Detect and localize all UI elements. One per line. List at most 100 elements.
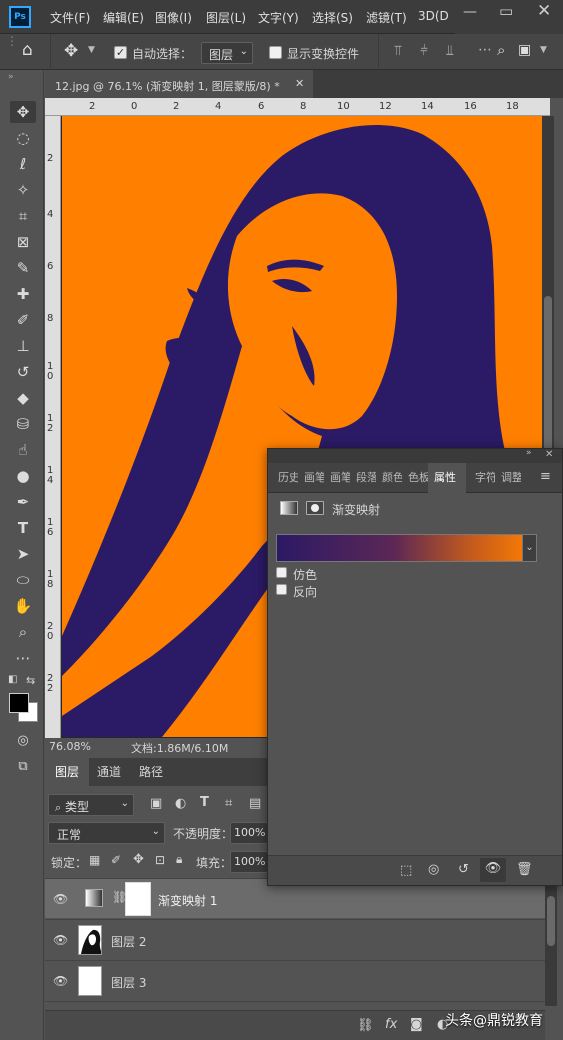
scrollbar-thumb[interactable]	[547, 896, 555, 946]
smudge-tool-icon[interactable]: ☝	[10, 439, 36, 461]
marquee-tool-icon[interactable]: ◌	[10, 127, 36, 149]
auto-select-checkbox[interactable]	[114, 46, 127, 59]
type-filter-icon[interactable]: T	[200, 795, 209, 810]
tab-adjustments[interactable]: 调整	[501, 463, 521, 493]
align-vcenter-icon[interactable]: ⫩	[420, 43, 428, 59]
move-tool-icon[interactable]: ✥	[10, 101, 36, 123]
default-colors-icon[interactable]: ◧	[8, 674, 17, 685]
menu-edit[interactable]: 编辑(E)	[103, 9, 144, 26]
dodge-tool-icon[interactable]: ●	[10, 465, 36, 487]
delete-icon[interactable]: 🗑︎	[516, 862, 533, 877]
home-icon[interactable]: ⌂	[22, 40, 33, 60]
scrollbar-thumb[interactable]	[544, 296, 552, 456]
path-select-icon[interactable]: ➤	[10, 543, 36, 565]
lock-pixels-icon[interactable]: ✐	[111, 853, 121, 867]
search-icon[interactable]: ⌕	[497, 41, 505, 59]
menu-layer[interactable]: 图层(L)	[206, 9, 246, 26]
add-mask-icon[interactable]: ◙	[410, 1017, 423, 1032]
layer-name[interactable]: 渐变映射 1	[158, 892, 217, 909]
crop-tool-icon[interactable]: ⌗	[10, 205, 36, 227]
tab-properties[interactable]: 属性	[428, 463, 466, 493]
gradient-editor-preview[interactable]	[276, 534, 536, 562]
screen-mode-icon[interactable]: ⧉	[10, 756, 36, 778]
zoom-level[interactable]: 76.08%	[49, 740, 91, 753]
tab-layers[interactable]: 图层	[45, 758, 90, 786]
tab-brush[interactable]: 画笔	[304, 463, 324, 493]
chevron-down-icon[interactable]: ▼	[540, 45, 547, 55]
tab-paths[interactable]: 路径	[129, 758, 173, 786]
move-tool-icon[interactable]: ✥	[64, 41, 78, 61]
more-align-icon[interactable]: ⋯	[478, 42, 492, 58]
link-layers-icon[interactable]: ⛓	[357, 1018, 374, 1033]
swap-colors-icon[interactable]: ⇆	[26, 674, 35, 687]
clip-to-layer-icon[interactable]: ⬚	[400, 863, 412, 878]
collapse-icon[interactable]: »	[8, 72, 14, 82]
pixel-filter-icon[interactable]: ▣	[150, 796, 162, 811]
pen-tool-icon[interactable]: ✒	[10, 491, 36, 513]
view-previous-state-icon[interactable]: ◎	[428, 862, 439, 877]
chevron-down-icon[interactable]: ▼	[88, 45, 95, 55]
reset-icon[interactable]: ↺	[458, 862, 469, 877]
eraser-tool-icon[interactable]: ◆	[10, 387, 36, 409]
menu-type[interactable]: 文字(Y)	[258, 9, 299, 26]
layer-row[interactable]: 👁︎ 图层 2	[45, 919, 545, 959]
fill-input[interactable]: 100%	[230, 851, 268, 873]
type-tool-icon[interactable]: T	[10, 517, 36, 539]
visibility-eye-icon[interactable]: 👁︎	[53, 933, 68, 947]
tab-swatches[interactable]: 色板	[408, 463, 428, 493]
history-brush-icon[interactable]: ↺	[10, 361, 36, 383]
align-top-icon[interactable]: ⫪	[394, 43, 402, 59]
tab-paragraph[interactable]: 段落	[356, 463, 376, 493]
lock-transparent-icon[interactable]: ▦	[89, 853, 100, 867]
lock-all-icon[interactable]: 🔒︎	[176, 852, 182, 867]
layer-mask-thumbnail[interactable]	[125, 882, 151, 916]
align-bottom-icon[interactable]: ⫫	[446, 43, 454, 59]
show-transform-checkbox[interactable]	[269, 46, 282, 59]
tab-color[interactable]: 颜色	[382, 463, 402, 493]
layer-row[interactable]: 👁︎ 图层 3	[45, 960, 545, 1000]
adjustment-filter-icon[interactable]: ◐	[175, 796, 186, 811]
tab-character[interactable]: 字符	[475, 463, 495, 493]
blend-mode-dropdown[interactable]: 正常 ⌄	[48, 822, 165, 844]
layers-scrollbar[interactable]	[545, 886, 557, 1006]
workspace-icon[interactable]: ▣	[518, 42, 531, 58]
tab-brush-settings[interactable]: 画笔	[330, 463, 350, 493]
lock-position-icon[interactable]: ✥	[133, 852, 144, 867]
magic-wand-icon[interactable]: ✧	[10, 179, 36, 201]
reverse-checkbox[interactable]	[276, 584, 287, 595]
minimize-icon[interactable]: —	[463, 4, 477, 20]
gradient-dropdown-chevron-icon[interactable]: ⌄	[522, 534, 537, 562]
frame-tool-icon[interactable]: ⊠	[10, 231, 36, 253]
lasso-tool-icon[interactable]: ℓ	[10, 153, 36, 175]
lock-artboard-icon[interactable]: ⊡	[155, 853, 165, 867]
opacity-input[interactable]: 100%	[230, 822, 268, 844]
collapse-icon[interactable]: »	[526, 448, 532, 458]
visibility-eye-icon[interactable]: 👁︎	[480, 858, 506, 882]
more-tools-icon[interactable]: ⋯	[10, 647, 36, 669]
menu-file[interactable]: 文件(F)	[50, 9, 90, 26]
paint-bucket-icon[interactable]: ⛁	[10, 413, 36, 435]
menu-3d[interactable]: 3D(D	[418, 9, 449, 23]
visibility-eye-icon[interactable]: 👁︎	[53, 892, 68, 906]
tab-channels[interactable]: 通道	[87, 758, 131, 786]
fx-icon[interactable]: fx	[385, 1017, 397, 1032]
smart-object-filter-icon[interactable]: ▤	[249, 796, 261, 811]
gradient-map-icon[interactable]	[280, 501, 298, 515]
hand-tool-icon[interactable]: ✋	[10, 595, 36, 617]
healing-brush-icon[interactable]: ✚	[10, 283, 36, 305]
menu-select[interactable]: 选择(S)	[312, 9, 353, 26]
zoom-tool-icon[interactable]: ⌕	[10, 621, 36, 643]
mask-icon[interactable]	[306, 501, 324, 515]
document-tab[interactable]: 12.jpg @ 76.1% (渐变映射 1, 图层蒙版/8) * ✕	[45, 70, 313, 98]
foreground-color-swatch[interactable]	[9, 693, 29, 713]
dither-checkbox[interactable]	[276, 567, 287, 578]
quick-mask-icon[interactable]: ◎	[10, 730, 36, 752]
maximize-icon[interactable]: ▭	[499, 2, 513, 20]
brush-tool-icon[interactable]: ✐	[10, 309, 36, 331]
close-icon[interactable]: ✕	[545, 449, 553, 460]
panel-titlebar[interactable]: » ✕	[268, 448, 562, 463]
filter-kind-dropdown[interactable]: ⌕ 类型 ⌄	[48, 794, 134, 816]
auto-select-dropdown[interactable]: 图层 ⌄	[201, 42, 253, 64]
panel-menu-icon[interactable]: ≡	[540, 469, 551, 484]
menu-filter[interactable]: 滤镜(T)	[366, 9, 407, 26]
